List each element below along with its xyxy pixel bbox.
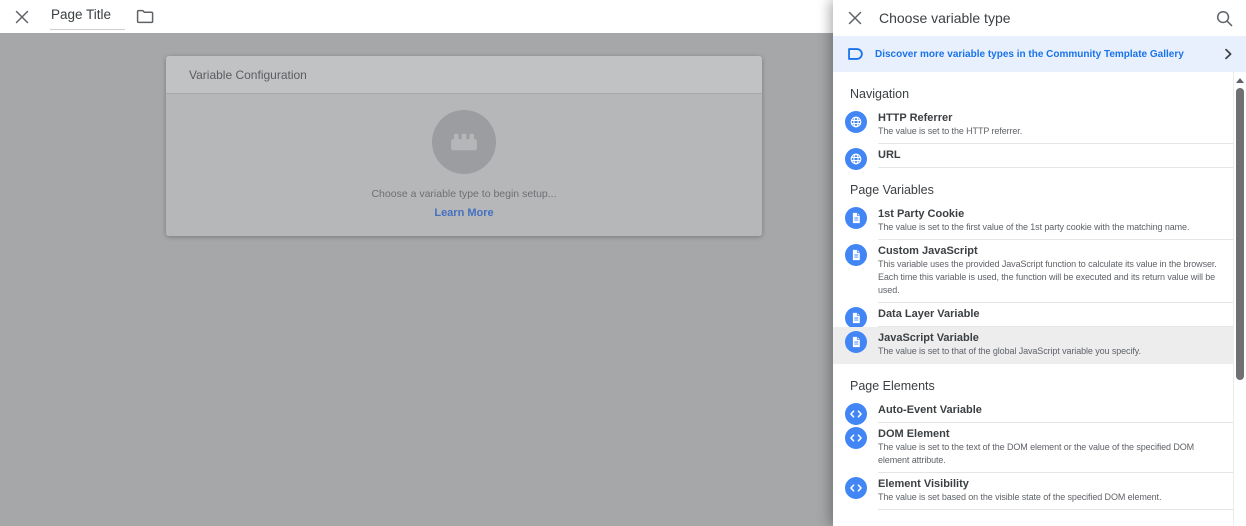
code-brackets-icon [845,427,867,449]
close-icon[interactable] [15,10,29,24]
variable-configuration-card: Variable Configuration Choose a variable… [166,56,762,236]
variable-section: Page Variables1st Party CookieThe value … [833,168,1233,364]
variable-type-text: Data Layer Variable [878,307,1221,321]
learn-more-link[interactable]: Learn More [434,207,493,219]
code-brackets-icon [845,403,867,425]
variable-type-description: This variable uses the provided JavaScri… [878,258,1221,297]
variable-type-text: URL [878,148,1221,162]
page-document-icon [845,244,867,266]
banner-text: Discover more variable types in the Comm… [875,49,1220,60]
variable-brick-icon [432,110,496,174]
code-brackets-icon [845,477,867,499]
variable-type-row[interactable]: Data Layer Variable [833,303,1233,327]
variable-type-text: Element VisibilityThe value is set based… [878,477,1221,504]
chevron-right-icon [1220,46,1236,62]
variable-type-text: 1st Party CookieThe value is set to the … [878,207,1221,234]
page-title: Page Title [51,7,111,22]
card-header: Variable Configuration [166,56,762,94]
section-header: Page Elements [833,364,1233,399]
variable-type-row[interactable]: JavaScript VariableThe value is set to t… [833,327,1233,364]
close-icon[interactable] [848,11,862,25]
search-icon[interactable] [1216,10,1233,27]
page-title-field[interactable]: Page Title [50,3,125,30]
variable-type-description: The value is set to the HTTP referrer. [878,125,1221,138]
folder-icon[interactable] [136,9,154,24]
variable-type-row[interactable]: HTTP ReferrerThe value is set to the HTT… [833,107,1233,144]
variable-type-row[interactable]: DOM ElementThe value is set to the text … [833,423,1233,473]
variable-type-row[interactable]: Auto-Event Variable [833,399,1233,423]
panel-title: Choose variable type [879,10,1216,26]
variable-type-title: JavaScript Variable [878,331,1221,345]
variable-type-title: Data Layer Variable [878,307,1221,321]
variable-type-title: DOM Element [878,427,1221,441]
variable-type-description: The value is set to the text of the DOM … [878,441,1221,467]
variable-type-title: HTTP Referrer [878,111,1221,125]
section-header: Navigation [833,72,1233,107]
panel-header: Choose variable type [833,0,1246,36]
variable-type-description: The value is set based on the visible st… [878,491,1221,504]
community-gallery-banner[interactable]: Discover more variable types in the Comm… [833,36,1246,72]
variable-type-text: HTTP ReferrerThe value is set to the HTT… [878,111,1221,138]
variable-type-title: URL [878,148,1221,162]
scrollbar-thumb[interactable] [1236,88,1244,380]
variable-section: Navigation HTTP ReferrerThe value is set … [833,72,1233,168]
variable-type-row[interactable]: 1st Party CookieThe value is set to the … [833,203,1233,240]
variable-type-text: DOM ElementThe value is set to the text … [878,427,1221,467]
editor-topbar: Page Title [0,0,833,33]
template-gallery-icon [846,46,865,62]
variable-type-text: Auto-Event Variable [878,403,1221,417]
variable-type-description: The value is set to the first value of t… [878,221,1221,234]
variable-type-title: Element Visibility [878,477,1221,491]
variable-type-text: JavaScript VariableThe value is set to t… [878,331,1221,358]
globe-icon [845,148,867,170]
scroll-up-arrow-icon[interactable] [1236,78,1244,83]
globe-icon [845,111,867,133]
panel-scrollbar[interactable] [1233,72,1246,526]
page-document-icon [845,307,867,329]
variable-sections: NavigationHTTP ReferrerThe value is set … [833,72,1233,526]
section-header: Page Variables [833,168,1233,203]
setup-placeholder: Choose a variable type to begin setup... [371,188,556,200]
variable-type-row[interactable]: Custom JavaScriptThis variable uses the … [833,240,1233,303]
choose-variable-type-panel: Choose variable type Discover more varia… [833,0,1246,526]
variable-type-description: The value is set to that of the global J… [878,345,1221,358]
variable-type-text: Custom JavaScriptThis variable uses the … [878,244,1221,297]
page-document-icon [845,331,867,353]
card-title: Variable Configuration [189,68,307,82]
variable-type-title: Custom JavaScript [878,244,1221,258]
variable-type-row[interactable]: URL [833,144,1233,168]
page-document-icon [845,207,867,229]
variable-type-title: Auto-Event Variable [878,403,1221,417]
variable-type-row[interactable]: Element VisibilityThe value is set based… [833,473,1233,510]
card-body: Choose a variable type to begin setup...… [166,94,762,219]
variable-type-title: 1st Party Cookie [878,207,1221,221]
variable-section: Page Elements Auto-Event Variable DOM Elem… [833,364,1233,510]
